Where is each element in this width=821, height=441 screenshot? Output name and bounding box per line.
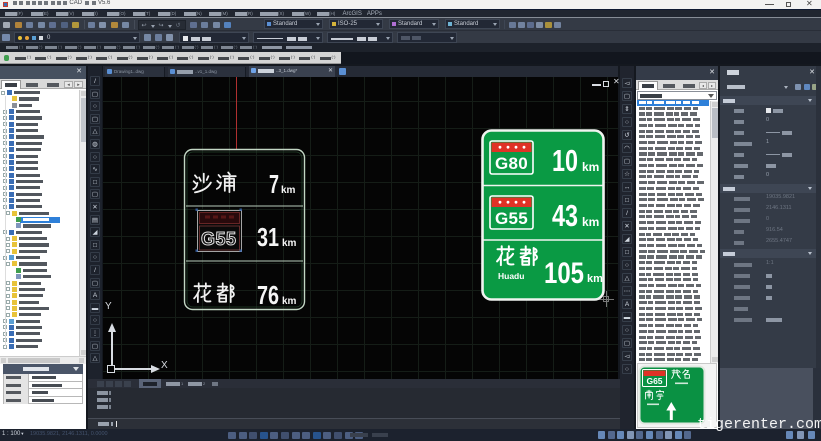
svg-text:7: 7 xyxy=(269,169,279,199)
svg-text:76: 76 xyxy=(257,280,279,310)
svg-text:km: km xyxy=(582,160,599,174)
svg-text:G80: G80 xyxy=(495,154,528,173)
svg-text:31: 31 xyxy=(257,222,279,252)
svg-text:Huadu: Huadu xyxy=(498,271,524,281)
svg-text:105: 105 xyxy=(544,257,584,290)
svg-text:10: 10 xyxy=(552,143,578,178)
svg-text:km: km xyxy=(281,185,296,196)
svg-text:43: 43 xyxy=(552,198,578,233)
svg-text:km: km xyxy=(582,215,599,229)
svg-text:G55: G55 xyxy=(201,229,237,249)
svg-text:G55: G55 xyxy=(495,209,528,228)
svg-text:km: km xyxy=(282,238,297,249)
svg-text:G65: G65 xyxy=(646,376,662,386)
svg-text:km: km xyxy=(282,296,297,307)
svg-text:km: km xyxy=(587,273,603,285)
